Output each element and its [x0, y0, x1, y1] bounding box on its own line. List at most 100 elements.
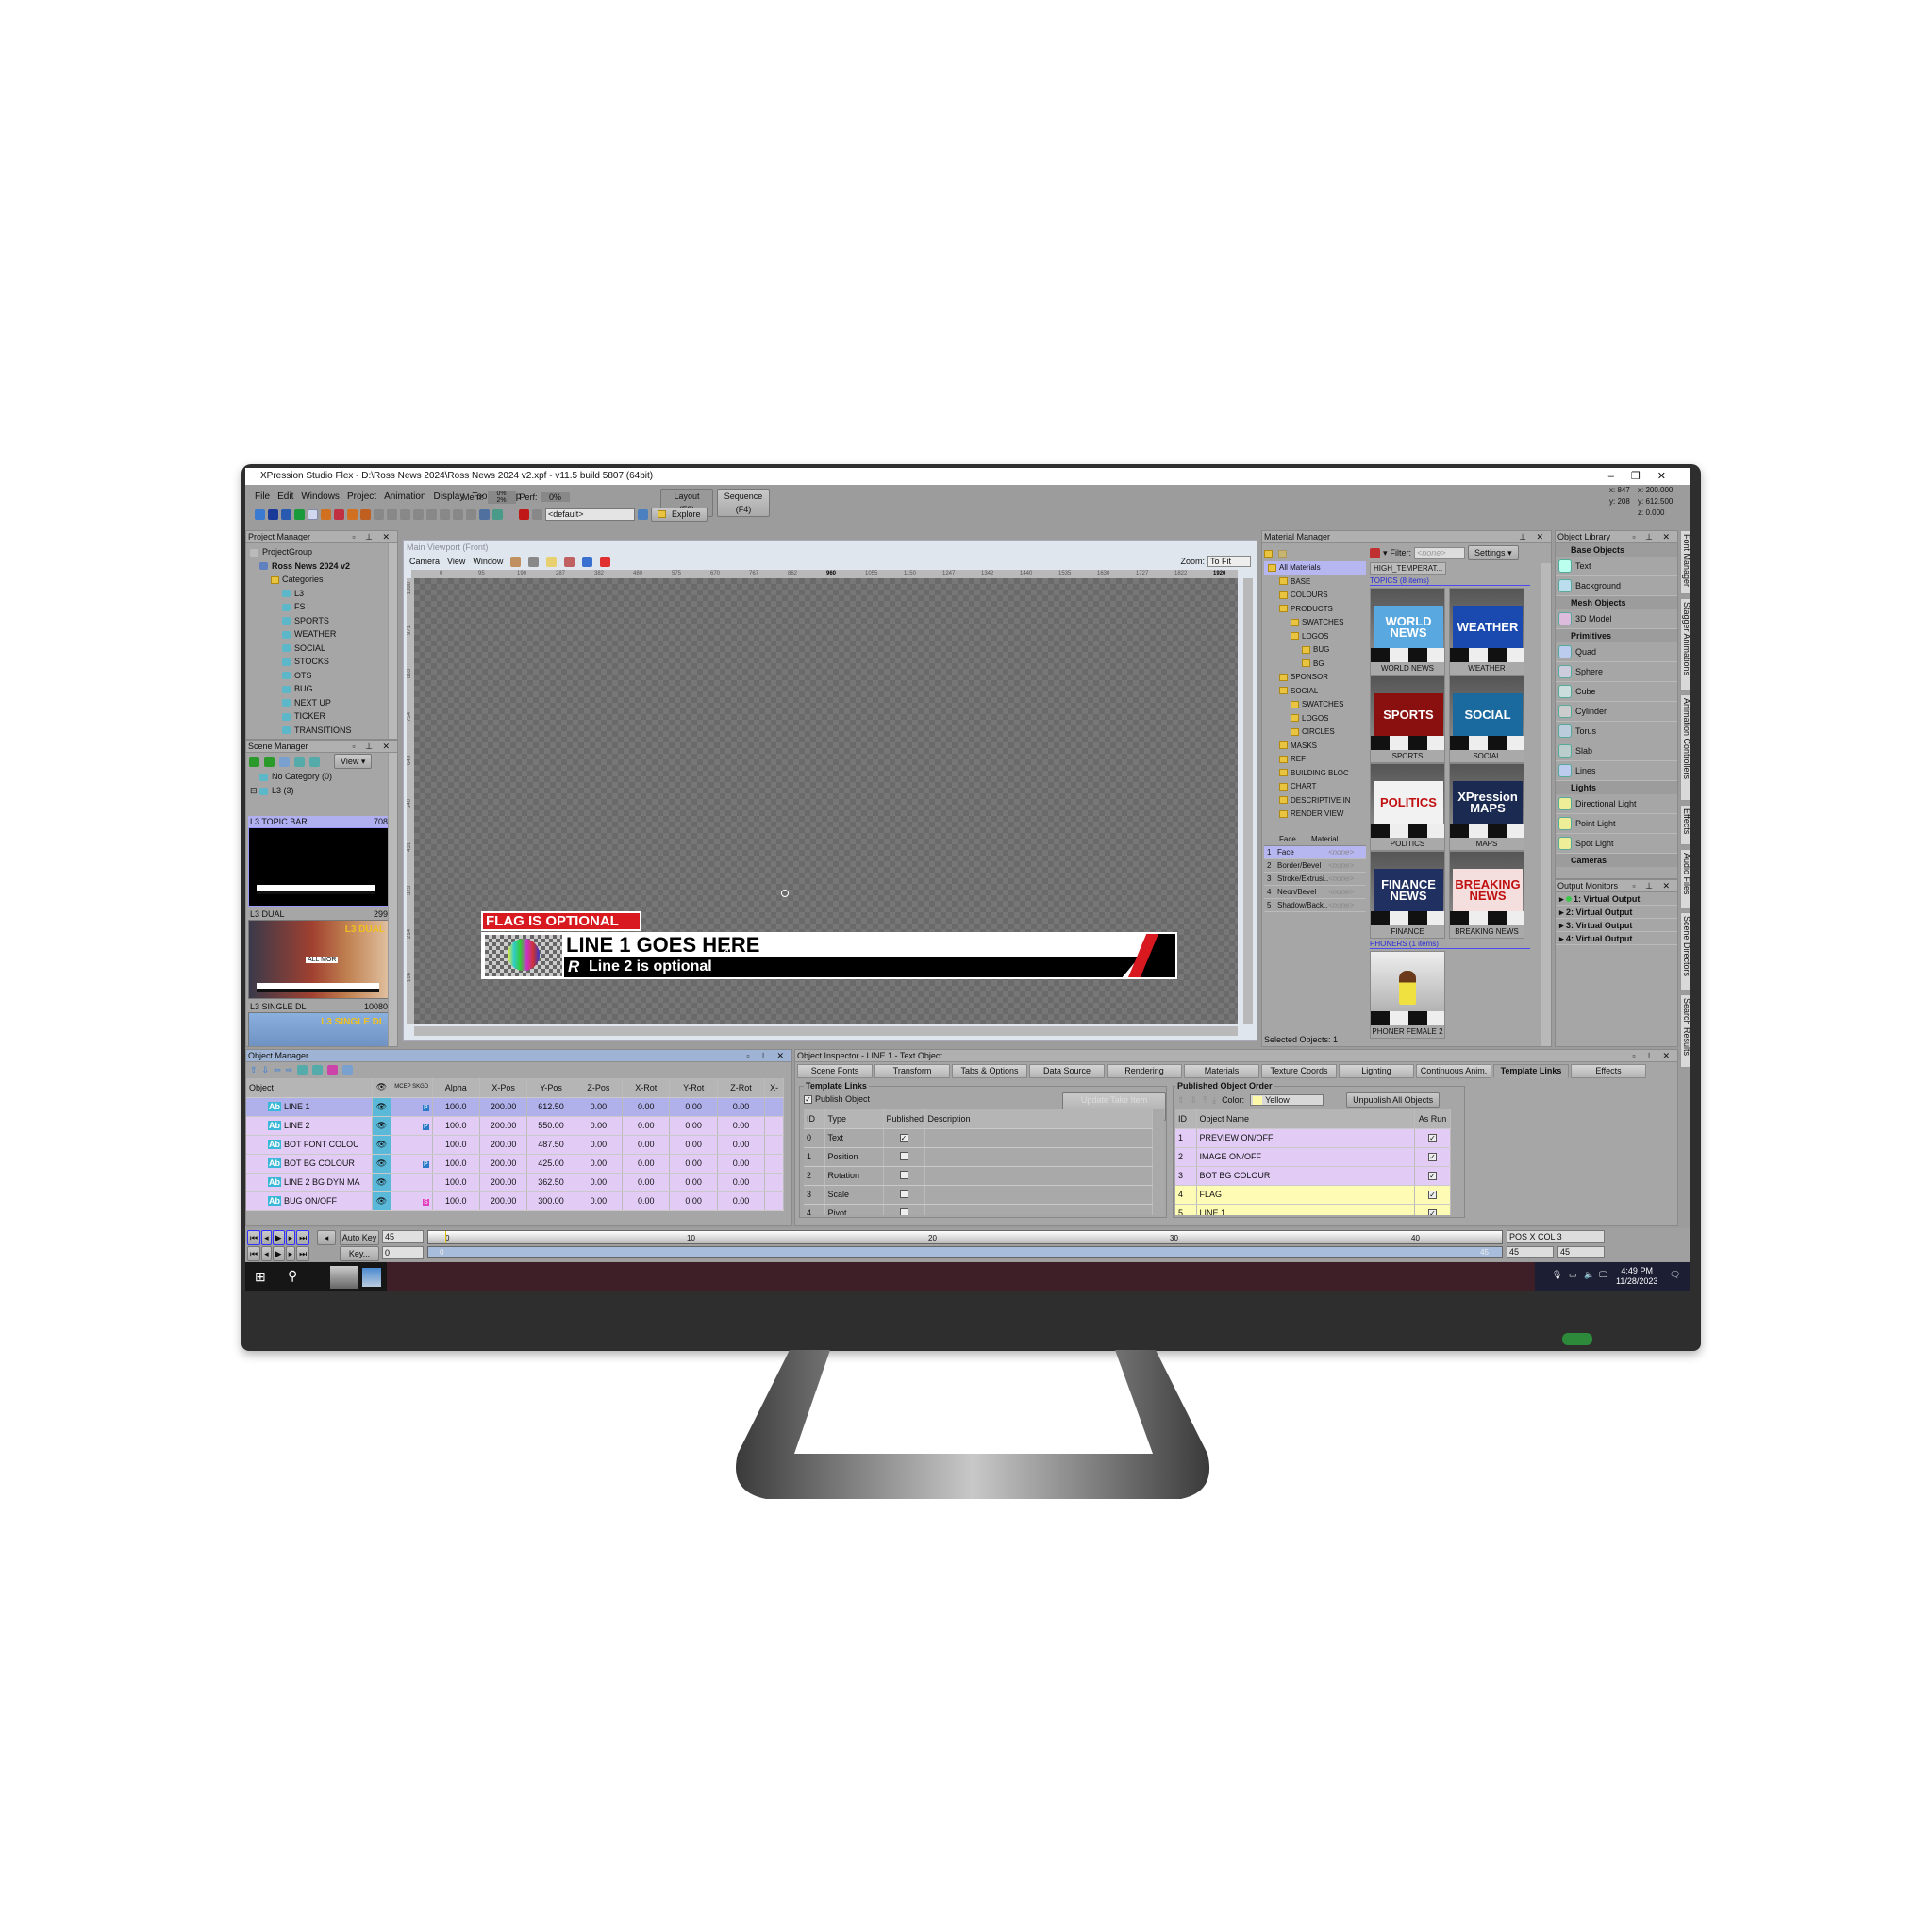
cell-yrot[interactable]: 0.00: [669, 1097, 718, 1117]
cell-zrot[interactable]: 0.00: [717, 1154, 766, 1174]
library-item-directional-light[interactable]: Directional Light: [1556, 794, 1677, 814]
track-dropdown[interactable]: POS X COL 3: [1507, 1230, 1605, 1243]
volume-icon[interactable]: 🔈: [1584, 1270, 1594, 1280]
step-forward-button[interactable]: ▸: [285, 1230, 296, 1245]
keyframe-button[interactable]: ◂: [317, 1230, 336, 1245]
layers-icon[interactable]: [510, 556, 522, 567]
frame-stepper[interactable]: 45: [382, 1230, 424, 1243]
search-icon[interactable]: [342, 1065, 354, 1075]
col-zrot[interactable]: Z-Rot: [717, 1078, 766, 1098]
folder-swatches[interactable]: SWATCHES: [1264, 698, 1366, 712]
cell-ypos[interactable]: 362.50: [526, 1173, 575, 1192]
expand-arrow-icon[interactable]: ▸: [1559, 894, 1566, 904]
side-tab-audio-files[interactable]: Audio Files: [1680, 849, 1690, 908]
folder-logos[interactable]: LOGOS: [1264, 712, 1366, 726]
cell-zrot[interactable]: 0.00: [717, 1116, 766, 1136]
cell-zpos[interactable]: 0.00: [575, 1116, 624, 1136]
expand-arrow-icon[interactable]: ▸: [1559, 908, 1566, 917]
cell-alpha[interactable]: 100.0: [432, 1135, 480, 1155]
menu-project[interactable]: Project: [347, 489, 376, 505]
material-thumb-maps[interactable]: XPression MAPS MAPS: [1449, 763, 1524, 851]
move-up-icon[interactable]: ⇧: [250, 1065, 258, 1075]
cell-xpos[interactable]: 200.00: [479, 1191, 528, 1211]
minimize-button[interactable]: –: [1608, 471, 1631, 482]
cell-xrot[interactable]: 0.00: [622, 1097, 671, 1117]
add-category-icon[interactable]: [264, 756, 275, 767]
category-next-up[interactable]: NEXT UP: [250, 696, 397, 710]
col-flags[interactable]: MCEP SKGD: [391, 1078, 433, 1098]
scene-thumb-l3-single-dl[interactable]: L3 SINGLE DL 10080 L3 SINGLE DL: [248, 1001, 390, 1046]
microphone-icon[interactable]: 🎙: [1552, 1270, 1562, 1280]
phoners-group-header[interactable]: PHONERS (1 items): [1370, 940, 1530, 949]
xpression-app-icon[interactable]: [330, 1266, 358, 1289]
output-monitor-3[interactable]: ▸ 3: Virtual Output: [1556, 919, 1677, 932]
unpublish-all-button[interactable]: Unpublish All Objects: [1346, 1092, 1441, 1108]
open-icon[interactable]: [255, 508, 265, 520]
panel-controls[interactable]: ⊥ ✕: [1519, 531, 1547, 543]
add-scene-icon[interactable]: [249, 756, 259, 767]
tab-effects[interactable]: Effects: [1571, 1064, 1646, 1078]
cell-xpos[interactable]: 200.00: [479, 1154, 528, 1174]
as-run-checkbox[interactable]: ✓: [1428, 1191, 1437, 1199]
list-view-icon[interactable]: [294, 756, 305, 767]
col-type[interactable]: Type: [824, 1109, 884, 1129]
section-mesh-objects[interactable]: Mesh Objects: [1556, 596, 1677, 609]
scene-thumb-l3-topic-bar[interactable]: L3 TOPIC BAR 708: [248, 816, 390, 907]
as-run-checkbox[interactable]: ✓: [1428, 1134, 1437, 1142]
col-as-run[interactable]: As Run: [1414, 1109, 1451, 1129]
lower-third-graphic[interactable]: LINE 1 GOES HERE R Line 2 is optional: [481, 932, 1177, 979]
cell-alpha[interactable]: 100.0: [432, 1116, 480, 1136]
tree-item-projectgroup[interactable]: ProjectGroup: [250, 545, 397, 559]
material-thumb-weather[interactable]: WEATHER WEATHER: [1449, 588, 1524, 675]
step-back-button[interactable]: ◂: [261, 1246, 272, 1261]
go-end-button[interactable]: ⏭: [296, 1230, 310, 1245]
cell-xrot[interactable]: 0.00: [622, 1191, 671, 1211]
cell-zrot[interactable]: 0.00: [717, 1135, 766, 1155]
published-object-row[interactable]: 5 LINE 1 ✓: [1175, 1204, 1451, 1215]
cell-alpha[interactable]: 100.0: [432, 1173, 480, 1192]
as-run-checkbox[interactable]: ✓: [1428, 1172, 1437, 1180]
library-item-lines[interactable]: Lines: [1556, 761, 1677, 781]
library-item-text[interactable]: Text: [1556, 557, 1677, 576]
object-row[interactable]: Ab BOT FONT COLOU 👁 100.0 200.00 487.50 0.00 0.…: [246, 1135, 784, 1155]
category-ots[interactable]: OTS: [250, 669, 397, 683]
expand-arrow-icon[interactable]: ▸: [1559, 921, 1566, 930]
key-button[interactable]: Key...: [340, 1246, 379, 1261]
scene-thumb-l3-dual[interactable]: L3 DUAL 299 L3 DUAL ALL MOR: [248, 908, 390, 999]
in-stepper[interactable]: 45: [1507, 1246, 1554, 1258]
folder-social[interactable]: SOCIAL: [1264, 685, 1366, 699]
out-stepper[interactable]: 45: [1557, 1246, 1605, 1258]
section-cameras[interactable]: Cameras: [1556, 854, 1677, 867]
cell-zpos[interactable]: 0.00: [575, 1173, 624, 1192]
folder-chart[interactable]: CHART: [1264, 780, 1366, 794]
pen-icon[interactable]: [546, 556, 558, 567]
cell-alpha[interactable]: 100.0: [432, 1154, 480, 1174]
cell-ypos[interactable]: 550.00: [526, 1116, 575, 1136]
line1-text[interactable]: LINE 1 GOES HERE: [566, 935, 759, 956]
move-down-icon[interactable]: ⇩: [262, 1065, 270, 1075]
group-icon[interactable]: [327, 1065, 339, 1075]
template-link-row[interactable]: 3 Scale: [804, 1185, 1153, 1205]
expand-arrow-icon[interactable]: ▸: [1559, 934, 1566, 943]
scene-category-none[interactable]: No Category (0): [246, 770, 397, 784]
network-icon[interactable]: 🖵: [1599, 1270, 1607, 1280]
step-forward-button[interactable]: ▸: [285, 1246, 296, 1261]
library-item-spot-light[interactable]: Spot Light: [1556, 834, 1677, 854]
category-bug[interactable]: BUG: [250, 682, 397, 696]
library-item-background[interactable]: Background: [1556, 576, 1677, 596]
cell-xpos[interactable]: 200.00: [479, 1116, 528, 1136]
section-base-objects[interactable]: Base Objects: [1556, 543, 1677, 557]
cell-xpos[interactable]: 200.00: [479, 1135, 528, 1155]
category-fs[interactable]: FS: [250, 600, 397, 614]
pivot-icon[interactable]: [360, 508, 371, 520]
object-row[interactable]: Ab LINE 2 BG DYN MA 👁 100.0 200.00 362.50 0.00…: [246, 1173, 784, 1192]
search-icon[interactable]: [279, 756, 290, 767]
save-icon[interactable]: [268, 508, 278, 520]
cell-yrot[interactable]: 0.00: [669, 1116, 718, 1136]
col-visibility-eye-icon[interactable]: 👁: [372, 1078, 391, 1098]
folder-render-view[interactable]: RENDER VIEW: [1264, 808, 1366, 820]
battery-icon[interactable]: ▭: [1569, 1270, 1577, 1280]
visibility-eye-icon[interactable]: 👁: [372, 1154, 391, 1174]
new-folder-icon[interactable]: [1264, 550, 1273, 558]
col-more[interactable]: X-: [764, 1078, 784, 1098]
